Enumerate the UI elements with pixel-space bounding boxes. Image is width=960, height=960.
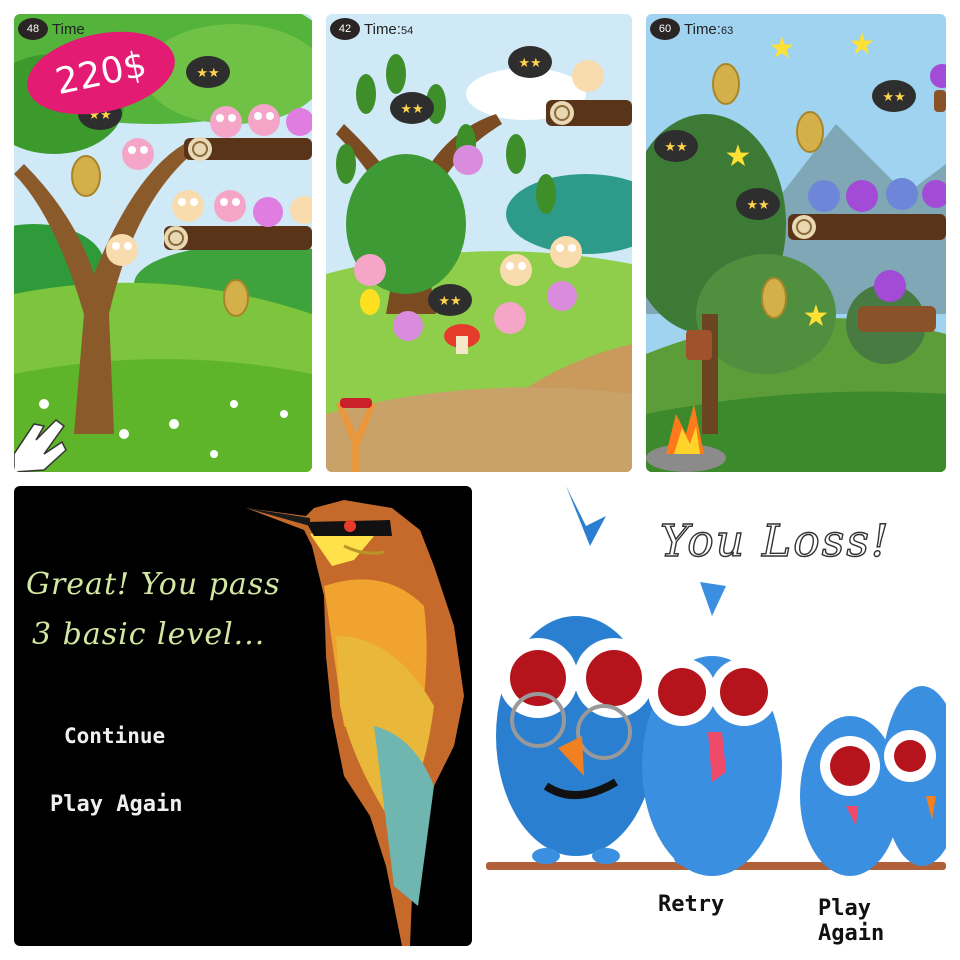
lantern-icon: [686, 330, 712, 360]
pumpkin-bomb-icon[interactable]: ★★: [736, 188, 780, 220]
play-again-button[interactable]: Play Again: [50, 792, 182, 817]
play-again-button[interactable]: Play Again: [818, 896, 946, 946]
chick-bird-icon[interactable]: [253, 197, 283, 227]
bee-eater-bird-image: [246, 500, 464, 946]
chick-bird-icon[interactable]: [172, 190, 204, 222]
coin-icon[interactable]: [761, 277, 787, 319]
game-over-title: You Loss!: [659, 515, 891, 567]
chick-bird-icon[interactable]: [846, 180, 878, 212]
chick-bird-icon[interactable]: [354, 254, 386, 286]
time-value: 63: [720, 24, 734, 37]
level-hud: 48 Time: [18, 18, 85, 40]
chick-bird-icon[interactable]: [453, 145, 483, 175]
pass-message-line1: Great! You pass: [26, 567, 281, 602]
pumpkin-bomb-icon[interactable]: ★★: [654, 130, 698, 162]
chick-bird-icon[interactable]: [214, 190, 246, 222]
level-badge: 42: [330, 18, 360, 40]
chick-bird-icon[interactable]: [106, 234, 138, 266]
coin-icon[interactable]: [223, 279, 249, 317]
svg-text:★: ★: [769, 31, 796, 66]
star-icon[interactable]: ★: [849, 27, 876, 62]
time-label: Time:63: [684, 20, 734, 38]
star-icon[interactable]: ★: [725, 139, 752, 174]
chick-bird-icon[interactable]: [210, 106, 242, 138]
garden-background: ★★ ★★ ★★: [326, 14, 632, 472]
pumpkin-bomb-icon[interactable]: ★★: [428, 284, 472, 316]
level-badge: 60: [650, 18, 680, 40]
level-pass-screen: Great! You pass 3 basic level... Continu…: [14, 486, 472, 946]
pumpkin-bomb-icon[interactable]: ★★: [508, 46, 552, 78]
chick-bird-icon[interactable]: [886, 178, 918, 210]
chick-bird-icon[interactable]: [874, 270, 906, 302]
owl-grandpa-icon: [496, 486, 656, 856]
pass-message-line2: 3 basic level...: [32, 617, 266, 652]
level-hud: 60 Time:63: [650, 18, 733, 40]
time-value: 54: [400, 24, 414, 37]
chick-bird-icon[interactable]: [808, 180, 840, 212]
chick-bird-icon[interactable]: [122, 138, 154, 170]
chick-bird-icon[interactable]: [550, 236, 582, 268]
coin-icon[interactable]: [71, 155, 101, 197]
star-icon[interactable]: ★: [769, 31, 796, 66]
mountain-background: ★ ★ ★ ★ ★★ ★★ ★★: [646, 14, 946, 472]
svg-text:★★: ★★: [882, 90, 905, 105]
svg-text:★★: ★★: [664, 140, 687, 155]
level-42-screen: ★★ ★★ ★★ 42 Time:54: [326, 14, 632, 472]
level-60-screen: ★ ★ ★ ★ ★★ ★★ ★★ 60 Time:63: [646, 14, 946, 472]
owl-mother-icon: [642, 582, 782, 876]
chick-bird-icon[interactable]: [494, 302, 526, 334]
continue-button[interactable]: Continue: [64, 724, 165, 748]
game-over-screen: You Loss! Retry Play Again: [486, 486, 946, 946]
time-label: Time:54: [364, 20, 414, 38]
time-label: Time: [52, 20, 85, 38]
pumpkin-bomb-icon[interactable]: ★★: [186, 56, 230, 88]
star-icon[interactable]: ★: [803, 299, 830, 334]
pumpkin-bomb-icon[interactable]: ★★: [872, 80, 916, 112]
level-48-screen: ★★ ★★ 48 Time 220$: [14, 14, 312, 472]
svg-text:★★: ★★: [400, 102, 423, 117]
chick-bird-icon[interactable]: [248, 104, 280, 136]
level-badge: 48: [18, 18, 48, 40]
chick-bird-icon[interactable]: [393, 311, 423, 341]
chick-bird-icon[interactable]: [547, 281, 577, 311]
retry-button[interactable]: Retry: [658, 892, 724, 917]
chick-bird-icon[interactable]: [500, 254, 532, 286]
coin-icon[interactable]: [796, 111, 824, 153]
level-hud: 42 Time:54: [330, 18, 413, 40]
golden-egg-icon[interactable]: [360, 289, 380, 315]
svg-text:★: ★: [725, 139, 752, 174]
svg-text:★★: ★★: [196, 66, 219, 81]
svg-text:★★: ★★: [438, 294, 461, 309]
pumpkin-bomb-icon[interactable]: ★★: [390, 92, 434, 124]
chick-bird-icon[interactable]: [572, 60, 604, 92]
svg-text:★★: ★★: [518, 56, 541, 71]
svg-text:★: ★: [803, 299, 830, 334]
svg-text:★★: ★★: [746, 198, 769, 213]
svg-text:★: ★: [849, 27, 876, 62]
coin-icon[interactable]: [712, 63, 740, 105]
